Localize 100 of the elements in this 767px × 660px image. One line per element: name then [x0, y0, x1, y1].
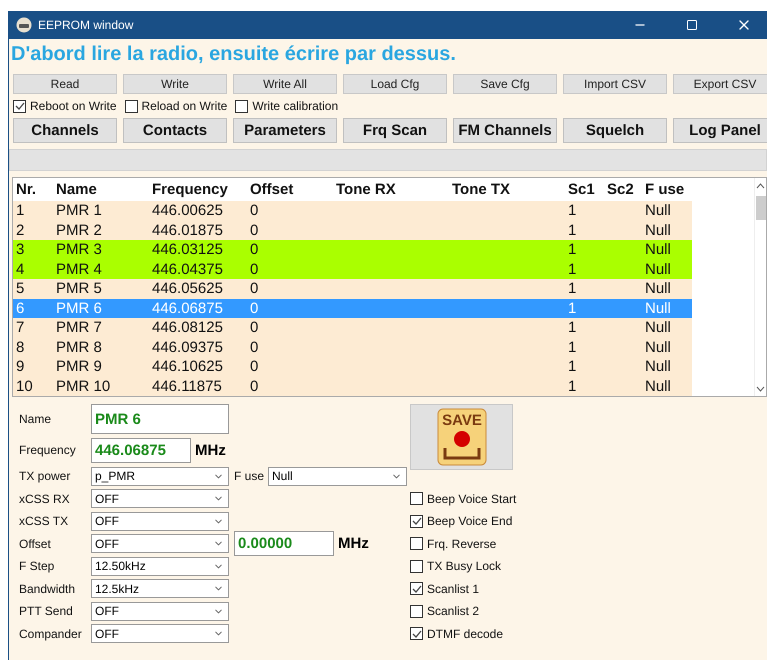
write-option[interactable]: Reboot on Write [13, 99, 116, 113]
table-row[interactable]: 4 PMR 4 446.04375 0 1 Null [13, 260, 692, 279]
table-cell-text: 446.04375 [151, 260, 224, 278]
table-row[interactable]: 10 PMR 10 446.11875 0 1 Null [13, 376, 692, 396]
table-row[interactable]: 7 PMR 7 446.08125 0 1 Null [13, 318, 692, 338]
scroll-up-icon[interactable] [756, 182, 765, 190]
table-cell-text: 10 [15, 378, 34, 395]
table-cell-text: 1 [567, 280, 578, 298]
field-label: Name [19, 412, 52, 426]
option-checkbox[interactable]: Scanlist 1 [410, 582, 480, 596]
table-cell-text: 0 [249, 358, 260, 376]
dropdown[interactable]: OFF [91, 489, 229, 508]
table-cell-text: 3 [15, 241, 26, 258]
checkbox-label: Frq. Reverse [427, 536, 496, 551]
table-cell-text: 0 [249, 202, 260, 220]
checkbox[interactable] [410, 492, 423, 506]
tab-button[interactable]: Parameters [233, 118, 337, 143]
table-cell-text: 2 [15, 222, 26, 239]
table-row[interactable]: 9 PMR 9 446.10625 0 1 Null [13, 357, 692, 376]
dropdown[interactable]: OFF [91, 624, 229, 644]
option-checkbox[interactable]: Beep Voice End [410, 514, 512, 528]
table-cell-text: 0 [249, 338, 260, 356]
dropdown[interactable]: 12.5kHz [91, 579, 229, 598]
column-header: Nr. [15, 181, 38, 198]
frequency-field[interactable]: 446.06875 [91, 438, 191, 462]
action-button[interactable]: Load Cfg [343, 74, 447, 94]
table-cell-text: Null [644, 241, 672, 258]
table-row[interactable]: 5 PMR 5 446.05625 0 1 Null [13, 279, 692, 298]
checkbox[interactable] [410, 560, 423, 573]
option-checkbox[interactable]: DTMF decode [410, 626, 504, 641]
field-label: TX power [19, 469, 72, 484]
checkbox-label: Scanlist 1 [427, 582, 480, 596]
action-button[interactable]: Export CSV [673, 74, 767, 94]
table-cell-text: PMR 7 [55, 319, 103, 336]
action-button[interactable]: Read [13, 74, 117, 94]
table-cell-text: 0 [249, 280, 260, 298]
table-cell-text: Null [644, 202, 672, 220]
checkbox-label: DTMF decode [427, 626, 504, 641]
scrollbar[interactable] [754, 178, 766, 396]
offset-field[interactable]: 0.00000 [234, 531, 334, 556]
action-button[interactable]: Write All [233, 74, 337, 94]
table-cell-text: 1 [15, 202, 26, 220]
table-cell-text: PMR 4 [55, 260, 103, 278]
option-checkbox[interactable]: TX Busy Lock [410, 559, 502, 574]
table-cell-text: 1 [567, 319, 578, 336]
name-field[interactable]: PMR 6 [91, 404, 229, 434]
dropdown[interactable]: OFF [91, 534, 229, 554]
table-cell-text: Null [644, 358, 672, 376]
option-checkbox[interactable]: Beep Voice Start [410, 492, 516, 506]
tab-button[interactable]: FM Channels [453, 118, 557, 143]
table-row[interactable]: 2 PMR 2 446.01875 0 1 Null [13, 220, 692, 240]
scroll-down-icon[interactable] [756, 385, 765, 393]
table-cell-text: Null [644, 338, 672, 356]
action-button[interactable]: Import CSV [563, 74, 667, 94]
checkbox-label: Scanlist 2 [427, 604, 480, 618]
table-cell-text: 1 [567, 222, 578, 239]
column-header: Frequency [151, 181, 229, 198]
tab-button[interactable]: Channels [13, 118, 117, 143]
checkbox-label: TX Busy Lock [427, 559, 502, 574]
scroll-thumb[interactable] [756, 196, 766, 220]
notice-text: D'abord lire la radio, ensuite écrire par dessus. [10, 42, 457, 67]
tab-button[interactable]: Frq Scan [343, 118, 447, 143]
checkbox[interactable] [410, 537, 423, 550]
table-cell-text: PMR 3 [55, 241, 103, 258]
checkbox[interactable] [410, 604, 423, 618]
field-label: xCSS TX [19, 514, 70, 528]
write-option[interactable]: Write calibration [235, 99, 338, 113]
table-cell-text: 5 [15, 280, 26, 298]
table-cell-text: 0 [249, 319, 260, 336]
table-row[interactable]: 3 PMR 3 446.03125 0 1 Null [13, 240, 692, 260]
dropdown[interactable]: p_PMR [91, 466, 229, 486]
write-option[interactable]: Reload on Write [124, 99, 228, 113]
field-label: Offset [19, 536, 52, 551]
checkbox[interactable] [410, 514, 423, 528]
action-button[interactable]: Save Cfg [453, 74, 557, 94]
tab-button[interactable]: Contacts [123, 118, 227, 143]
save-button[interactable]: SAVE [410, 404, 513, 470]
table-cell-text: 446.09375 [151, 338, 224, 356]
column-header: Name [55, 181, 98, 198]
tab-button[interactable]: Squelch [563, 118, 667, 143]
table-cell-text: PMR 2 [55, 222, 103, 239]
checkbox[interactable] [410, 582, 423, 596]
dropdown[interactable]: 12.50kHz [91, 556, 229, 576]
table-row[interactable]: 1 PMR 1 446.00625 0 1 Null [13, 201, 692, 220]
table-cell-text: 4 [15, 260, 26, 278]
checkbox[interactable] [410, 627, 423, 640]
dropdown[interactable]: Null [268, 466, 408, 486]
table-row[interactable]: 8 PMR 8 446.09375 0 1 Null [13, 338, 692, 357]
option-checkbox[interactable]: Scanlist 2 [410, 604, 480, 618]
checkbox[interactable] [235, 100, 248, 112]
checkbox[interactable] [13, 100, 26, 112]
checkbox-label: Beep Voice End [427, 514, 512, 528]
table-cell-text: 8 [15, 338, 26, 356]
option-checkbox[interactable]: Frq. Reverse [410, 536, 496, 551]
tab-button[interactable]: Log Panel [673, 118, 767, 143]
dropdown[interactable]: OFF [91, 602, 229, 621]
table-cell-text: 1 [567, 338, 578, 356]
checkbox[interactable] [124, 100, 138, 112]
action-button[interactable]: Write [123, 74, 227, 94]
dropdown[interactable]: OFF [91, 512, 229, 531]
